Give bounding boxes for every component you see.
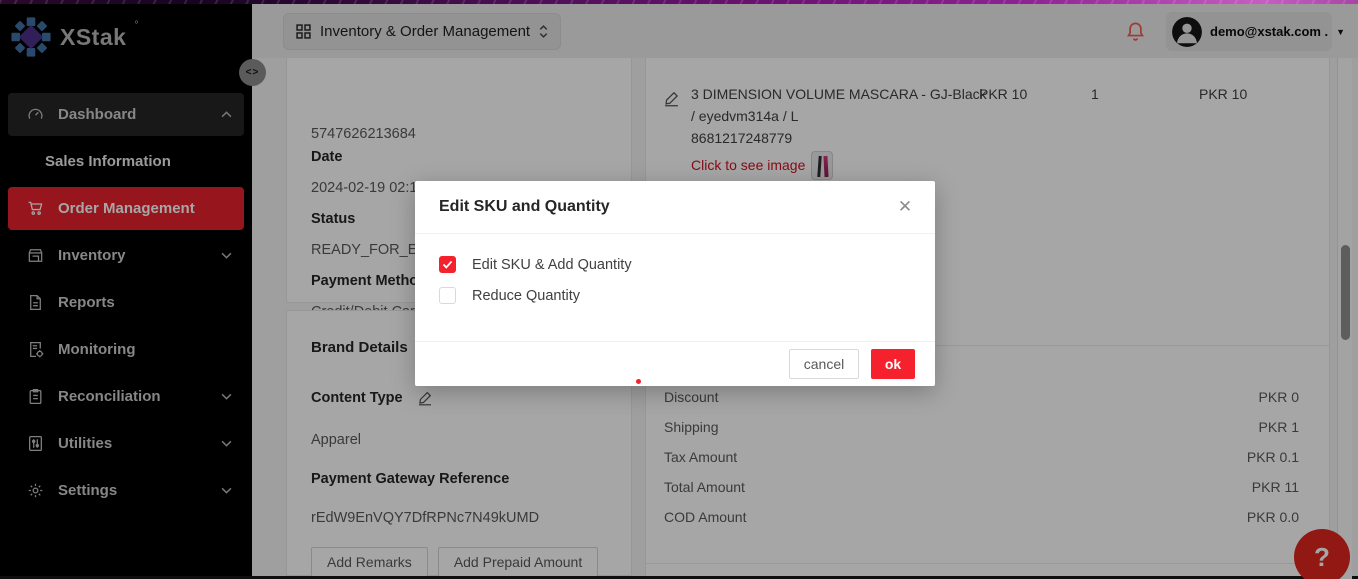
option-edit-sku-add-quantity[interactable]: Edit SKU & Add Quantity xyxy=(439,256,911,273)
page: XStak ° Dashboard Sales Information Orde… xyxy=(0,0,1358,579)
close-icon[interactable]: ✕ xyxy=(893,195,917,219)
ok-button[interactable]: ok xyxy=(871,349,915,379)
checkbox-checked[interactable] xyxy=(439,256,456,273)
top-accent-strip xyxy=(0,0,1358,4)
modal-title: Edit SKU and Quantity xyxy=(439,198,610,216)
modal-body: Edit SKU & Add Quantity Reduce Quantity xyxy=(415,234,935,341)
edit-sku-modal: Edit SKU and Quantity ✕ Edit SKU & Add Q… xyxy=(415,181,935,386)
checkmark-icon xyxy=(442,260,453,269)
cancel-button[interactable]: cancel xyxy=(789,349,859,379)
option-label: Edit SKU & Add Quantity xyxy=(472,257,632,273)
red-dot-indicator xyxy=(636,379,641,384)
option-reduce-quantity[interactable]: Reduce Quantity xyxy=(439,287,911,304)
checkbox-unchecked[interactable] xyxy=(439,287,456,304)
modal-header: Edit SKU and Quantity ✕ xyxy=(415,181,935,234)
option-label: Reduce Quantity xyxy=(472,288,580,304)
modal-footer: cancel ok xyxy=(415,341,935,385)
